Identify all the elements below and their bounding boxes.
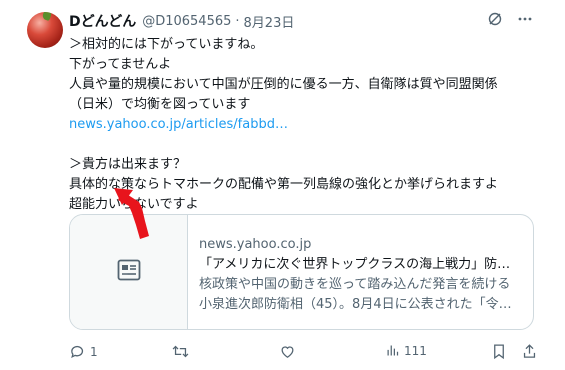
reply-count: 1 xyxy=(90,344,98,359)
tweet-line: ＞貴方は出来ます？ xyxy=(69,157,187,172)
share-icon xyxy=(523,344,536,358)
article-icon xyxy=(117,259,141,285)
bookmark-button[interactable] xyxy=(492,343,506,360)
tweet-top-actions xyxy=(487,11,533,27)
analytics-icon xyxy=(387,345,399,356)
retweet-button[interactable] xyxy=(171,343,194,360)
handle[interactable]: @D10654565 xyxy=(142,14,231,29)
card-text: news.yahoo.co.jp 「アメリカに次ぐ世界トップクラスの海上戦力」防… xyxy=(199,235,524,315)
tweet-date[interactable]: 8月23日 xyxy=(244,12,295,31)
tweet-line: ＞相対的には下がっていますね。 xyxy=(69,37,264,52)
tweet-actions: 1 111 xyxy=(69,343,541,363)
tweet-text: ＞相対的には下がっていますね。 下がってませんよ 人員や量的規模において中国が圧… xyxy=(69,35,539,215)
retweet-icon xyxy=(172,345,189,358)
apple-leaf xyxy=(41,12,53,22)
like-button[interactable] xyxy=(279,343,300,360)
separator: · xyxy=(235,13,240,29)
tweet[interactable]: Dどんどん @D10654565 · 8月23日 ＞相対的には下がっていますね。… xyxy=(0,0,565,370)
reply-icon xyxy=(71,345,84,359)
tweet-line: 下がってませんよ xyxy=(69,57,172,72)
share-button[interactable] xyxy=(522,343,537,360)
card-title[interactable]: 「アメリカに次ぐ世界トップクラスの海上戦力」防… xyxy=(199,255,524,275)
card-description: 小泉進次郎防衛相（45）。8月4日に公表された「令… xyxy=(199,297,512,312)
reply-button[interactable]: 1 xyxy=(69,343,98,360)
avatar[interactable] xyxy=(27,12,63,48)
display-name[interactable]: Dどんどん xyxy=(69,11,136,31)
link-card[interactable]: news.yahoo.co.jp 「アメリカに次ぐ世界トップクラスの海上戦力」防… xyxy=(69,214,534,330)
card-domain: news.yahoo.co.jp xyxy=(199,237,312,252)
more-icon[interactable] xyxy=(517,11,533,27)
grok-icon[interactable] xyxy=(487,11,503,27)
tweet-line: （日米）で均衡を図っています xyxy=(69,97,251,112)
tweet-line: 具体的な策ならトマホークの配備や第一列島線の強化とか挙げられますよ xyxy=(69,177,499,192)
card-description: 核政策や中国の動きを巡って踏み込んだ発言を続ける xyxy=(199,277,511,292)
card-thumbnail[interactable] xyxy=(70,215,188,329)
views-button[interactable]: 111 xyxy=(385,343,427,358)
tweet-line: 超能力いらないですよ xyxy=(69,197,199,212)
tweet-link[interactable]: news.yahoo.co.jp/articles/fabbd… xyxy=(69,115,539,135)
tweet-line: 人員や量的規模において中国が圧倒的に優る一方、自衛隊は質や同盟関係 xyxy=(69,77,498,92)
tweet-header: Dどんどん @D10654565 · 8月23日 xyxy=(69,11,295,31)
heart-icon xyxy=(281,346,294,358)
views-count: 111 xyxy=(404,343,427,358)
bookmark-icon xyxy=(494,344,504,360)
